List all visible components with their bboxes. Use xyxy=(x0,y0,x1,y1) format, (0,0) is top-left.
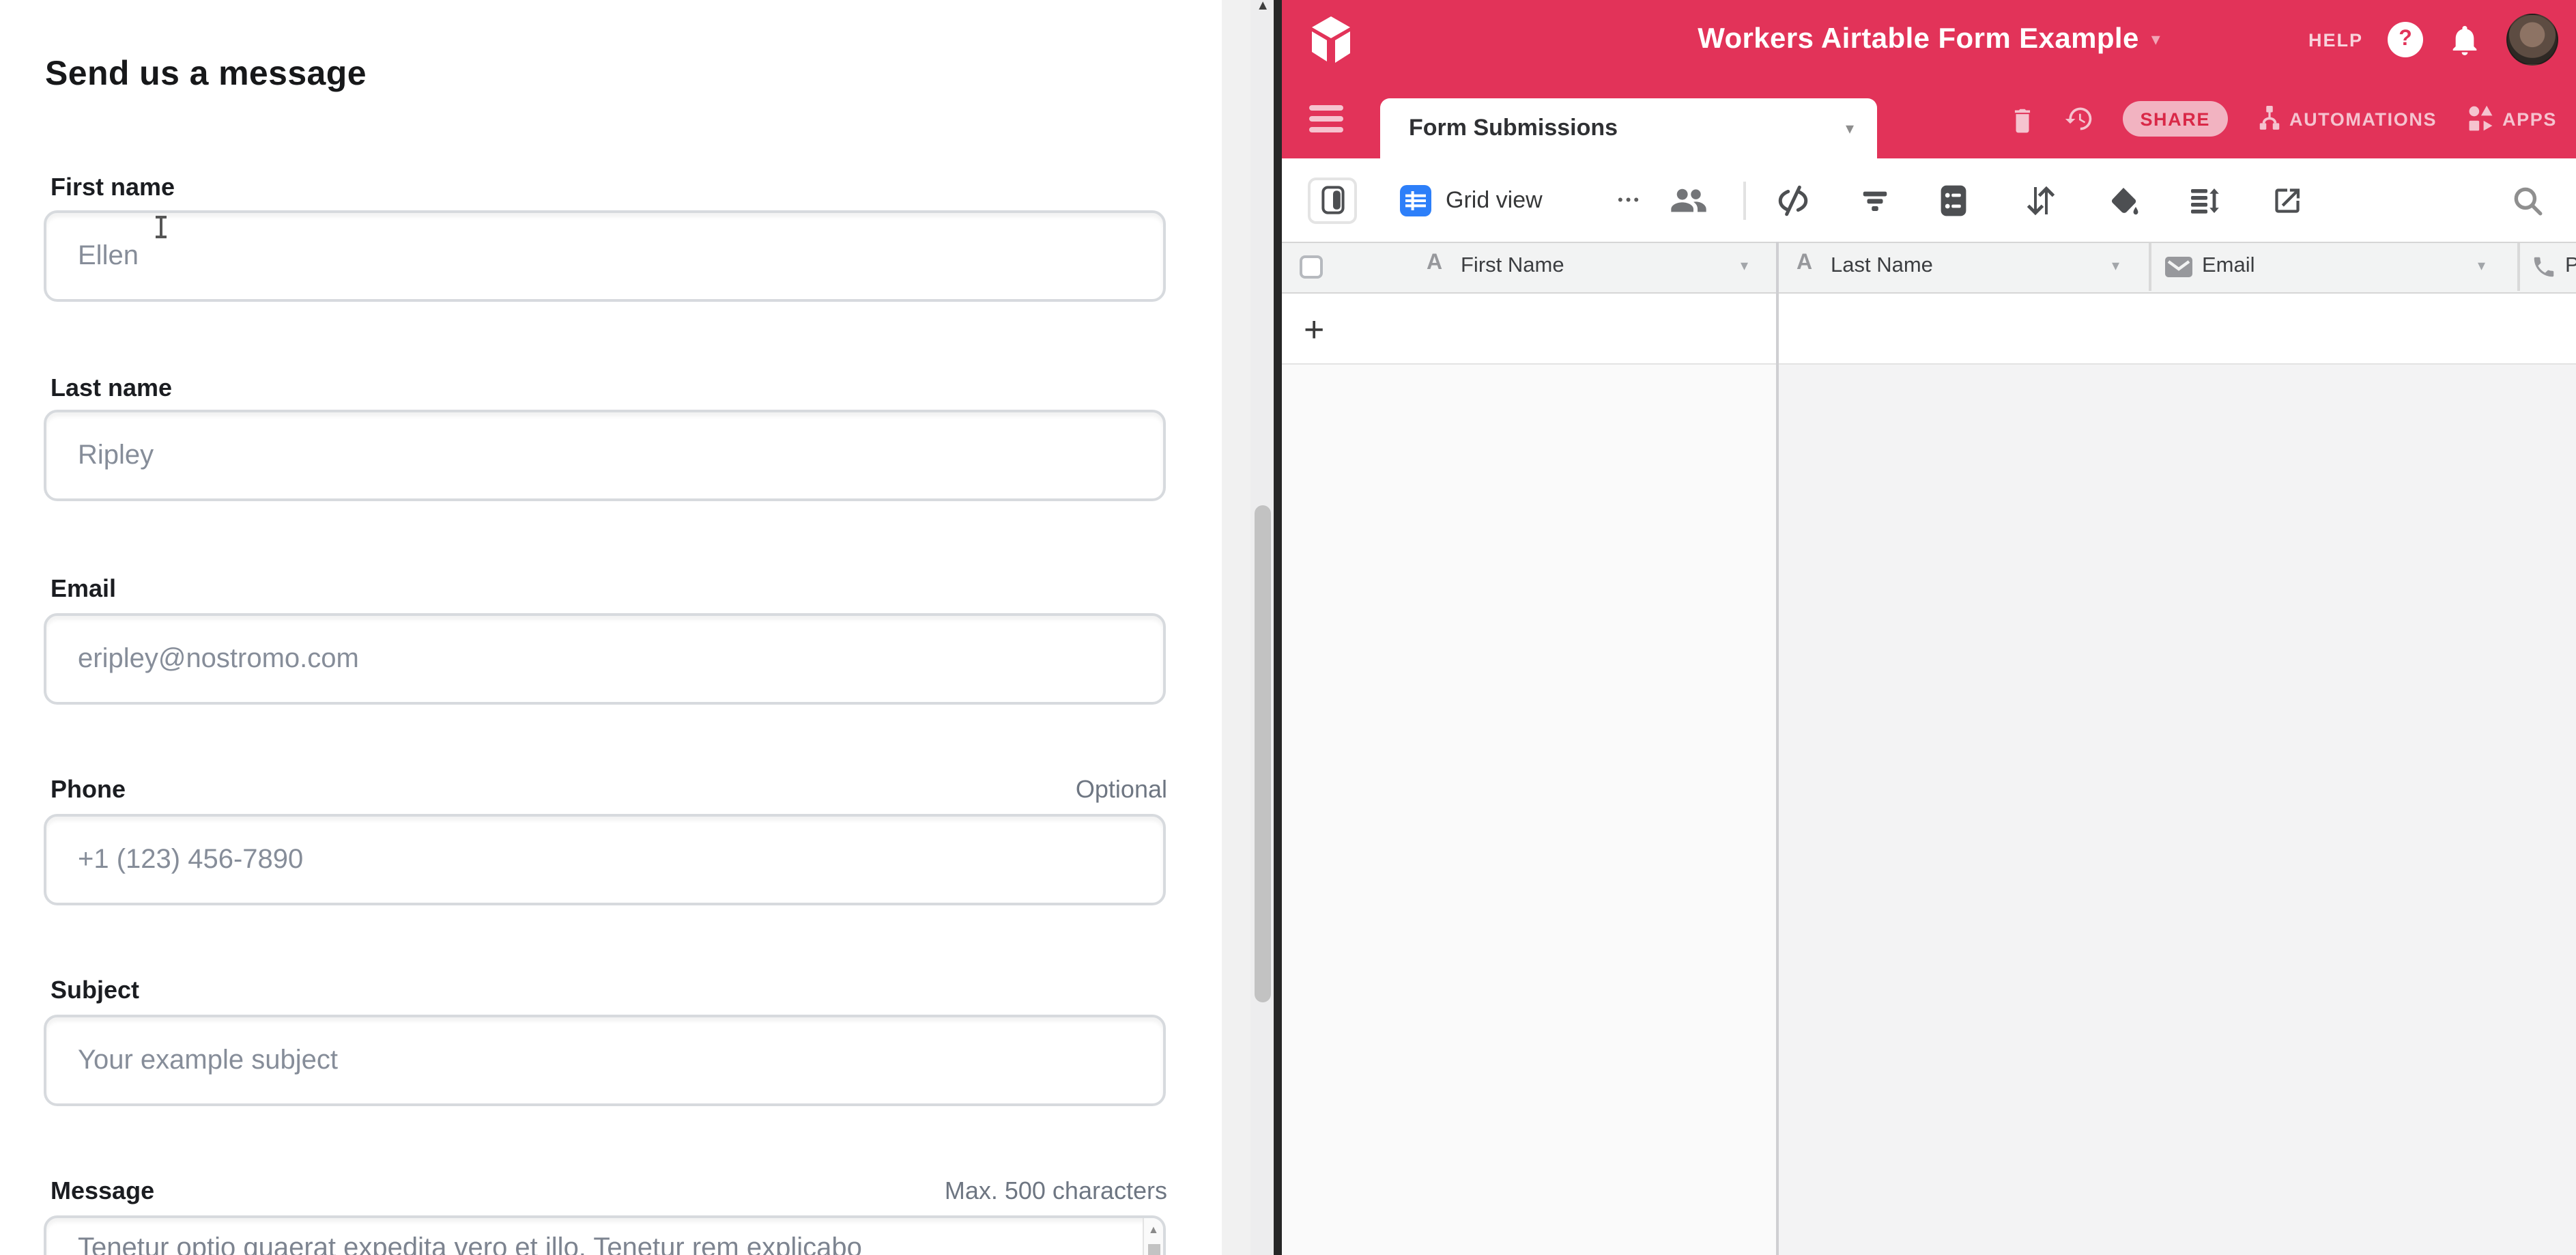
message-label: Message xyxy=(51,1177,154,1206)
hide-fields-icon[interactable] xyxy=(1776,183,1810,217)
last-name-placeholder: Ripley xyxy=(78,440,154,471)
base-title[interactable]: Workers Airtable Form Example xyxy=(1698,23,2139,56)
filter-icon[interactable] xyxy=(1859,184,1891,216)
scroll-up-icon[interactable]: ▲ xyxy=(1256,0,1270,14)
base-history-icon[interactable] xyxy=(2063,104,2093,134)
select-all-checkbox[interactable] xyxy=(1300,255,1323,279)
text-field-type-icon: A xyxy=(1427,251,1442,276)
last-name-label: Last name xyxy=(51,374,172,403)
view-name-label[interactable]: Grid view xyxy=(1446,186,1543,214)
page-scrollbar-thumb[interactable] xyxy=(1254,505,1270,1002)
page-scrollbar-track[interactable]: ▲ xyxy=(1250,0,1274,1255)
column-caret-icon[interactable]: ▾ xyxy=(2478,257,2485,274)
column-header-first-name[interactable]: First Name xyxy=(1461,254,1564,279)
base-title-caret-icon[interactable]: ▾ xyxy=(2151,29,2160,51)
column-caret-icon[interactable]: ▾ xyxy=(1741,257,1748,274)
sidebar-toggle-icon xyxy=(1321,186,1344,214)
help-button[interactable]: HELP xyxy=(2308,29,2363,50)
automations-icon xyxy=(2257,104,2282,134)
page-scrollbar[interactable]: ▲ xyxy=(1222,0,1274,1255)
message-maxchars-note: Max. 500 characters xyxy=(945,1177,1167,1206)
column-header-phone[interactable]: P xyxy=(2565,254,2576,279)
tab-form-submissions[interactable]: Form Submissions ▾ xyxy=(1380,98,1877,158)
airtable-topbar: Workers Airtable Form Example ▾ HELP ? xyxy=(1282,0,2576,79)
column-header-last-name[interactable]: Last Name xyxy=(1831,254,1933,279)
add-row-row[interactable]: + xyxy=(1282,293,2576,365)
email-field[interactable]: eripley@nostromo.com xyxy=(44,613,1166,705)
message-textarea[interactable]: Tenetur optio quaerat expedita vero et i… xyxy=(44,1215,1166,1255)
subject-field[interactable]: Your example subject xyxy=(44,1015,1166,1106)
contact-form-pane: Send us a message First name Ellen Last … xyxy=(0,0,1274,1255)
airtable-tabbar: Form Submissions ▾ SHARE xyxy=(1282,79,2576,158)
active-table-name: Form Submissions xyxy=(1409,115,1618,142)
hamburger-menu-icon[interactable] xyxy=(1309,105,1343,132)
grid-header-row: A First Name ▾ A Last Name ▾ Email ▾ P xyxy=(1282,242,2576,293)
row-height-icon[interactable] xyxy=(2188,184,2221,216)
share-view-icon[interactable] xyxy=(2272,184,2303,216)
app-logo-icon[interactable] xyxy=(1304,12,1358,67)
column-header-email[interactable]: Email xyxy=(2202,254,2255,279)
grid-empty-area-left xyxy=(1282,365,1776,1255)
email-placeholder: eripley@nostromo.com xyxy=(78,643,359,675)
automations-button[interactable]: AUTOMATIONS xyxy=(2257,104,2437,134)
user-avatar[interactable] xyxy=(2506,14,2558,66)
subject-placeholder: Your example subject xyxy=(78,1045,338,1076)
column-separator xyxy=(2149,243,2151,290)
views-sidebar-toggle-button[interactable] xyxy=(1308,177,1357,223)
message-text: Tenetur optio quaerat expedita vero et i… xyxy=(78,1233,862,1255)
share-button[interactable]: SHARE xyxy=(2122,101,2228,137)
tab-caret-icon[interactable]: ▾ xyxy=(1846,119,1854,138)
phone-optional-note: Optional xyxy=(1076,776,1167,804)
column-separator xyxy=(2517,243,2519,290)
grid-empty-area-right xyxy=(1776,365,2576,1255)
toolbar-divider xyxy=(1743,182,1745,220)
phone-placeholder: +1 (123) 456-7890 xyxy=(78,844,303,875)
collaborators-icon[interactable] xyxy=(1670,184,1708,216)
phone-label: Phone xyxy=(51,776,126,804)
message-scrollbar-thumb[interactable] xyxy=(1148,1244,1160,1255)
view-toolbar: Grid view ••• xyxy=(1282,158,2576,242)
form-heading: Send us a message xyxy=(45,55,367,94)
scroll-up-icon[interactable]: ▲ xyxy=(1148,1224,1159,1236)
view-options-ellipsis-button[interactable]: ••• xyxy=(1618,192,1642,208)
primary-column-divider xyxy=(1776,242,1778,1255)
apps-button[interactable]: APPS xyxy=(2465,104,2557,134)
email-field-type-icon xyxy=(2165,257,2192,277)
text-field-type-icon: A xyxy=(1797,251,1812,276)
apps-icon xyxy=(2465,104,2495,134)
airtable-window: Workers Airtable Form Example ▾ HELP ? F… xyxy=(1282,0,2576,1255)
subject-label: Subject xyxy=(51,976,139,1005)
email-label: Email xyxy=(51,575,116,604)
message-scrollbar[interactable]: ▲ xyxy=(1143,1218,1163,1255)
group-icon[interactable] xyxy=(1940,184,1967,216)
phone-field-type-icon xyxy=(2531,254,2557,280)
sort-icon[interactable] xyxy=(2026,184,2056,216)
search-icon[interactable] xyxy=(2510,183,2545,217)
phone-field[interactable]: +1 (123) 456-7890 xyxy=(44,814,1166,905)
grid-view-icon[interactable] xyxy=(1399,184,1432,216)
column-caret-icon[interactable]: ▾ xyxy=(2112,257,2119,274)
notifications-bell-icon[interactable] xyxy=(2448,23,2482,57)
first-name-label: First name xyxy=(51,173,175,202)
window-edge-divider xyxy=(1274,0,1282,1255)
trash-icon[interactable] xyxy=(2009,104,2035,133)
first-name-placeholder: Ellen xyxy=(78,240,139,272)
last-name-input[interactable]: Ripley xyxy=(44,410,1166,501)
text-cursor-icon xyxy=(154,216,168,239)
add-row-plus-icon[interactable]: + xyxy=(1304,308,1324,350)
help-question-icon[interactable]: ? xyxy=(2388,22,2423,57)
color-icon[interactable] xyxy=(2108,184,2141,216)
first-name-input[interactable]: Ellen xyxy=(44,210,1166,302)
